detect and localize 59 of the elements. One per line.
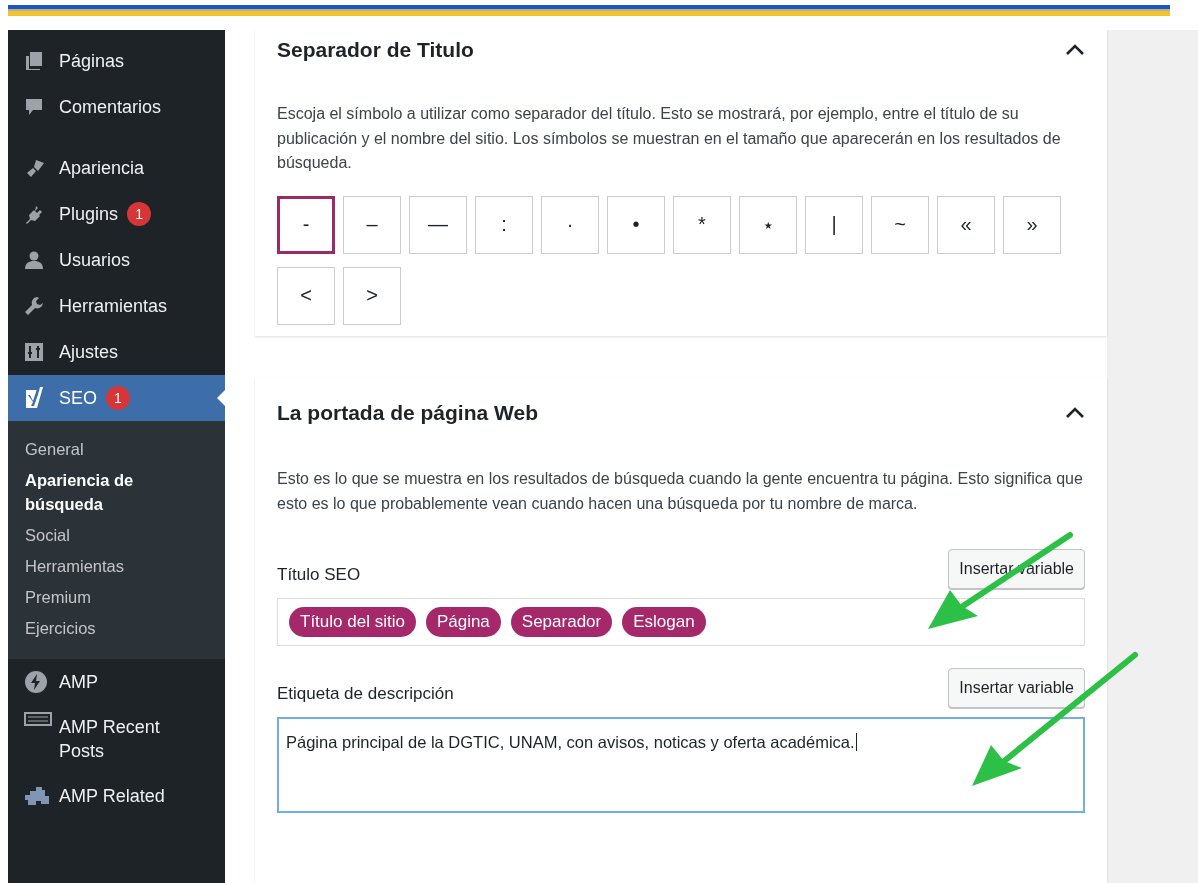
user-icon <box>24 250 44 270</box>
sidebar-item[interactable]: Comentarios <box>8 84 225 130</box>
seo-title-field[interactable]: Título del sitio Página Separador Eslogan <box>277 598 1085 647</box>
insert-variable-button[interactable]: Insertar variable <box>948 668 1085 709</box>
description-field[interactable]: Página principal de la DGTIC, UNAM, con avisos, noticas y oferta académica. <box>277 717 1085 814</box>
sidebar-item[interactable]: Apariencia <box>8 145 225 191</box>
submenu-item[interactable]: General <box>8 437 225 461</box>
card-description: Escoja el símbolo a utilizar como separador del título. Esto se mostrará, por ejemplo, entre el título de su publicación y el nombre del sitio. Los símbolos se muestran en el tamaño que aparecerán en los resultados de búsqueda. <box>277 104 1062 173</box>
sidebar-item[interactable]: AMP Recent Posts <box>8 705 225 773</box>
submenu-item[interactable]: Premium <box>8 585 225 609</box>
notification-badge: 1 <box>127 202 152 226</box>
slider-icon <box>24 711 52 727</box>
separator-option[interactable]: • <box>607 195 665 254</box>
lightning-icon <box>24 670 48 694</box>
separator-option[interactable]: « <box>937 195 995 254</box>
submenu-item[interactable]: Apariencia de búsqueda <box>8 468 225 516</box>
card-title: Separador de Titulo <box>277 38 474 62</box>
field-label: Título SEO <box>277 565 361 587</box>
sidebar-item[interactable]: AMP Related <box>8 773 225 819</box>
separator-option[interactable]: ⋆ <box>739 195 797 254</box>
variable-tag[interactable]: Eslogan <box>622 607 706 638</box>
sidebar-item[interactable]: Plugins 1 <box>8 191 225 237</box>
sidebar-item[interactable]: AMP <box>8 659 225 705</box>
sidebar-item[interactable]: Ajustes <box>8 329 225 375</box>
separator-option[interactable]: > <box>343 266 401 325</box>
wrench-icon <box>24 296 44 316</box>
separator-option[interactable]: : <box>475 195 533 254</box>
card-description: Esto es lo que se muestra en los resultados de búsqueda cuando la gente encuentra tu página. Esto significa que esto es lo que probablemente vean cuando hacen una búsqueda por tu nombre de marca. <box>277 469 1084 514</box>
separator-option[interactable]: » <box>1003 195 1061 254</box>
sidebar-item[interactable]: Usuarios <box>8 237 225 283</box>
puzzle-icon <box>24 785 52 807</box>
sidebar-item[interactable]: SEO 1 <box>8 375 225 421</box>
separator-option[interactable]: ~ <box>871 195 929 254</box>
plug-icon <box>24 204 44 224</box>
separator-option[interactable]: - <box>277 195 335 254</box>
variable-tag[interactable]: Página <box>425 607 501 638</box>
separator-option[interactable]: * <box>673 195 731 254</box>
sidebar-item[interactable]: Páginas <box>8 38 225 84</box>
card-title: La portada de página Web <box>277 401 538 426</box>
separator-option[interactable]: – <box>343 195 401 254</box>
notification-badge: 1 <box>106 386 130 410</box>
separator-option[interactable]: · <box>541 195 599 254</box>
collapse-icon[interactable] <box>1065 407 1085 420</box>
variable-tag[interactable]: Separador <box>510 607 613 638</box>
sliders-icon <box>24 342 44 362</box>
sidebar-item[interactable]: Herramientas <box>8 283 225 329</box>
pages-icon <box>24 51 44 71</box>
submenu-item[interactable]: Herramientas <box>8 554 225 578</box>
logo-icon <box>24 386 46 410</box>
separator-option[interactable]: | <box>805 195 863 254</box>
variable-tag[interactable]: Título del sitio <box>289 607 416 638</box>
separator-option[interactable]: — <box>409 195 467 254</box>
field-label: Etiqueta de descripción <box>277 684 454 706</box>
text-cursor <box>855 733 857 752</box>
separator-option[interactable]: < <box>277 266 335 325</box>
submenu-item[interactable]: Ejercicios <box>8 616 225 640</box>
submenu-item[interactable]: Social <box>8 523 225 547</box>
comment-icon <box>24 97 44 117</box>
collapse-icon[interactable] <box>1065 44 1085 56</box>
